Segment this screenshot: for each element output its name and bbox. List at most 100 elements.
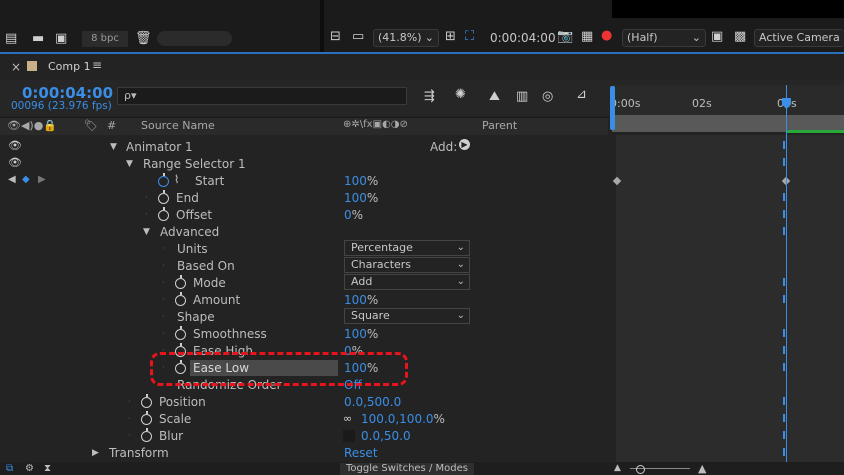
layer-search-input[interactable]: ρ▾ xyxy=(117,87,407,105)
blur-label: Blur xyxy=(159,429,184,443)
source-name-header[interactable]: Source Name xyxy=(141,119,215,132)
advanced-label[interactable]: Advanced xyxy=(160,225,219,239)
position-label: Position xyxy=(159,395,206,409)
fit-frame-icon[interactable]: ⊞ xyxy=(445,29,456,44)
stopwatch-icon[interactable] xyxy=(158,190,169,204)
trash-icon[interactable]: 🗑 xyxy=(135,31,152,46)
zoom-dropdown[interactable]: (41.8%) ⌄ xyxy=(373,29,439,47)
offset-value[interactable]: 0% xyxy=(344,208,363,222)
blur-link-placeholder xyxy=(343,430,355,442)
start-value[interactable]: 100% xyxy=(344,174,378,188)
stopwatch-icon[interactable] xyxy=(141,411,152,425)
end-value[interactable]: 100% xyxy=(344,191,378,205)
graph-icon[interactable]: ⌇ xyxy=(174,173,179,186)
draft-3d-icon[interactable]: ✺ xyxy=(455,87,466,102)
prev-keyframe-icon[interactable]: ◀ xyxy=(8,174,16,185)
end-label: End xyxy=(176,191,199,205)
interpret-footage-icon[interactable]: ▤ xyxy=(5,31,17,46)
zoom-out-icon[interactable]: ▲ xyxy=(614,463,621,473)
shy-layers-icon[interactable]: ⛰ xyxy=(489,89,500,104)
frame-count: 00096 (23.976 fps) xyxy=(11,100,112,112)
timeline-tracks[interactable] xyxy=(616,135,844,462)
time-ruler[interactable] xyxy=(612,85,844,115)
transform-reset-link[interactable]: Reset xyxy=(344,446,378,460)
mode-label: Mode xyxy=(193,276,226,290)
animator-label[interactable]: Animator 1 xyxy=(126,140,193,154)
tree-dot: · xyxy=(162,295,165,305)
blur-value[interactable]: 0.0,50.0 xyxy=(361,429,411,443)
transparency-grid-icon[interactable]: ▩ xyxy=(734,29,746,44)
layer-number-header[interactable]: # xyxy=(107,119,116,132)
constrain-proportions-icon[interactable]: ∞ xyxy=(343,412,352,425)
next-keyframe-icon[interactable]: ▶ xyxy=(38,174,46,185)
tab-menu-icon[interactable]: ≡ xyxy=(92,58,102,72)
tree-dot: · xyxy=(162,278,165,288)
av-switches-header-icons[interactable]: 👁◀)●🔒 xyxy=(7,119,57,132)
stopwatch-icon[interactable] xyxy=(141,428,152,442)
composition-mini-flowchart-icon[interactable]: ⇶ xyxy=(424,89,435,104)
work-area-start-handle[interactable] xyxy=(610,86,615,130)
zoom-slider-thumb[interactable] xyxy=(636,465,645,474)
region-of-interest-icon[interactable]: ⛶ xyxy=(465,29,474,44)
viewer-timecode[interactable]: 0:00:04:00 xyxy=(490,31,556,45)
timeline-tab-row xyxy=(0,56,844,80)
monitor-icon[interactable]: ▭ xyxy=(352,29,364,44)
stopwatch-icon[interactable] xyxy=(141,394,152,408)
tree-dot: · xyxy=(162,261,165,271)
motion-blur-icon[interactable]: ◎ xyxy=(542,89,553,104)
frame-blending-icon[interactable]: ▥ xyxy=(516,89,528,104)
comp-flowchart-icon[interactable]: ⧉ xyxy=(6,463,13,474)
zoom-in-icon[interactable]: ▲ xyxy=(698,462,706,475)
collapse-triangle-icon[interactable]: ▶ xyxy=(92,448,99,458)
ruler-label-2: 02s xyxy=(692,97,712,110)
playhead-line[interactable] xyxy=(786,85,787,475)
units-dropdown[interactable]: Percentage ⌄ xyxy=(344,240,470,256)
show-snapshot-icon[interactable]: ▦ xyxy=(581,29,593,44)
expand-triangle-icon[interactable]: ▼ xyxy=(110,142,117,152)
based-on-dropdown[interactable]: Characters ⌄ xyxy=(344,257,470,273)
position-value[interactable]: 0.0,500.0 xyxy=(344,395,401,409)
add-keyframe-icon[interactable]: ◆ xyxy=(22,174,30,185)
fast-previews-icon[interactable]: ▣ xyxy=(711,29,723,44)
color-channels-icon[interactable]: ● xyxy=(601,28,612,43)
amount-value[interactable]: 100% xyxy=(344,293,378,307)
shape-dropdown[interactable]: Square ⌄ xyxy=(344,308,470,324)
scale-value[interactable]: 100.0,100.0% xyxy=(361,412,445,426)
tree-dot: · xyxy=(162,244,165,254)
based-on-label: Based On xyxy=(177,259,235,273)
stopwatch-icon[interactable] xyxy=(175,292,186,306)
project-flowchart-pill[interactable] xyxy=(157,31,232,46)
new-composition-icon[interactable]: ▣ xyxy=(55,31,67,46)
offset-label: Offset xyxy=(176,208,213,222)
close-tab-icon[interactable]: × xyxy=(11,60,21,74)
render-time-icon[interactable]: ⧗ xyxy=(44,463,51,474)
comp-tab-label[interactable]: Comp 1 xyxy=(48,60,91,73)
eye-icon[interactable]: 👁 xyxy=(8,139,22,152)
stopwatch-icon[interactable] xyxy=(175,326,186,340)
smoothness-value[interactable]: 100% xyxy=(344,327,378,341)
expand-panes-icon[interactable]: ⚙ xyxy=(25,463,34,474)
bit-depth-button[interactable]: 8 bpc xyxy=(82,31,128,47)
stopwatch-icon[interactable] xyxy=(158,207,169,221)
stopwatch-icon[interactable] xyxy=(175,275,186,289)
camera-dropdown[interactable]: Active Camera xyxy=(754,29,844,47)
graph-editor-icon[interactable]: ⊿ xyxy=(576,87,587,102)
resolution-dropdown[interactable]: (Half) ⌄ xyxy=(622,29,706,47)
new-folder-icon[interactable]: ▬ xyxy=(32,31,44,46)
start-label: Start xyxy=(195,174,225,188)
stopwatch-icon-active[interactable] xyxy=(158,173,169,187)
transform-label[interactable]: Transform xyxy=(109,446,169,460)
switches-header-icons[interactable]: ⊕✲\fx▣◐◑⊘ xyxy=(343,119,408,130)
snapshot-icon[interactable]: 📷 xyxy=(557,29,573,44)
eye-icon[interactable]: 👁 xyxy=(8,156,22,169)
mode-dropdown[interactable]: Add ⌄ xyxy=(344,274,470,290)
add-property-button[interactable]: ▶ xyxy=(459,139,470,150)
expand-triangle-icon[interactable]: ▼ xyxy=(143,227,150,237)
parent-header[interactable]: Parent xyxy=(482,119,517,132)
toggle-switches-modes-button[interactable]: Toggle Switches / Modes xyxy=(340,463,474,475)
always-preview-icon[interactable]: ⊟ xyxy=(330,29,341,44)
label-header-icon[interactable]: 🏷 xyxy=(84,119,98,132)
expand-triangle-icon[interactable]: ▼ xyxy=(126,159,133,169)
smoothness-label: Smoothness xyxy=(193,327,267,341)
range-selector-label[interactable]: Range Selector 1 xyxy=(143,157,246,171)
